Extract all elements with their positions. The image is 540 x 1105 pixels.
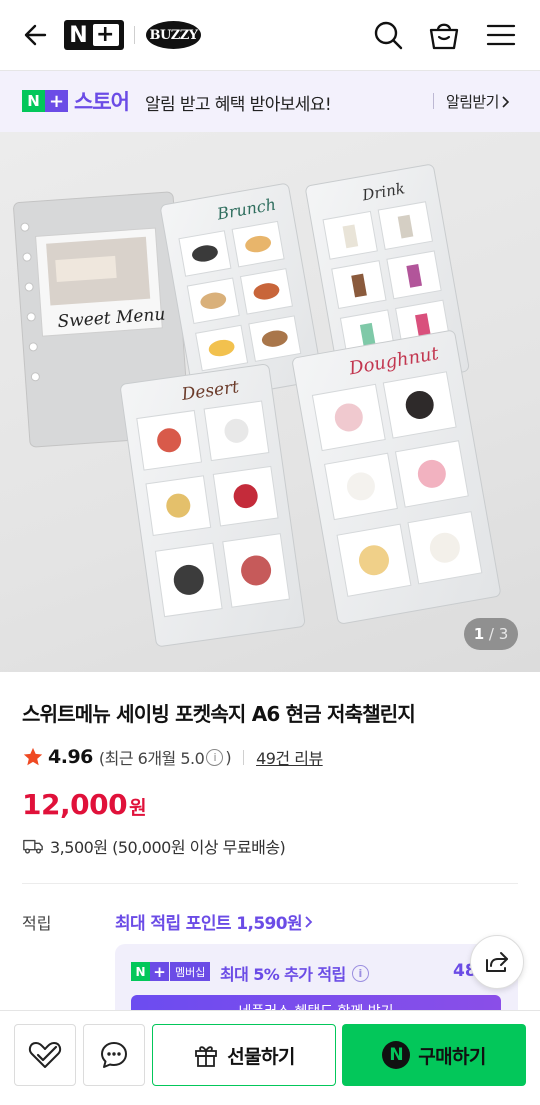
membership-benefit-text: 최대 5% 추가 적립 i xyxy=(220,961,371,985)
points-label: 적립 xyxy=(22,914,52,933)
shipping-info: 3,500원 (50,000원 이상 무료배송) xyxy=(22,834,286,858)
naver-plus-logo[interactable]: N + xyxy=(64,20,124,50)
shipping-text: 3,500원 (50,000원 이상 무료배송) xyxy=(50,838,286,857)
star-icon xyxy=(23,747,43,766)
share-button[interactable] xyxy=(470,935,524,989)
naver-plus-store-logo: N + 스토어 xyxy=(22,90,130,114)
price-value: 12,000 xyxy=(22,788,128,821)
rating-score: 4.96 xyxy=(48,746,93,768)
store-brand-logo[interactable]: BUZZY xyxy=(146,21,201,49)
naver-pay-icon: N xyxy=(382,1041,411,1069)
buy-button[interactable]: N 구매하기 xyxy=(342,1024,526,1086)
logo-divider xyxy=(134,26,135,44)
wishlist-button[interactable] xyxy=(14,1024,76,1086)
info-icon[interactable]: i xyxy=(351,964,369,982)
max-points-link[interactable]: 최대 적립 포인트 1,590원 xyxy=(115,909,314,934)
rating-divider xyxy=(243,749,245,765)
gift-button[interactable]: 선물하기 xyxy=(152,1024,336,1086)
image-page-counter: 1 / 3 xyxy=(464,618,518,650)
notification-banner[interactable]: N + 스토어 알림 받고 혜택 받아보세요! 알림받기 xyxy=(0,71,540,132)
chevron-right-icon xyxy=(502,95,509,108)
share-icon xyxy=(486,952,508,972)
section-divider xyxy=(22,883,518,884)
recent-rating: (최근 6개월 5.0 xyxy=(98,749,205,768)
product-title: 스위트메뉴 세이빙 포켓속지 A6 현금 저축챌린지 xyxy=(22,702,416,726)
rating-row: 4.96 (최근 6개월 5.0 i ) 49건 리뷰 xyxy=(22,745,323,769)
search-icon[interactable] xyxy=(371,18,405,52)
talk-chat-button[interactable] xyxy=(83,1024,145,1086)
chevron-right-icon xyxy=(305,915,313,928)
shopping-bag-icon[interactable] xyxy=(427,18,461,52)
truck-icon xyxy=(23,839,43,854)
membership-badge: N + 멤버십 xyxy=(131,962,211,981)
info-icon[interactable]: i xyxy=(206,748,224,766)
product-image-gallery[interactable]: Sweet Menu Brunch Drink Desert Doughnut … xyxy=(0,132,540,672)
bottom-action-bar: 선물하기 N 구매하기 xyxy=(0,1010,540,1105)
chat-bubble-icon xyxy=(101,1042,127,1068)
hamburger-menu-icon[interactable] xyxy=(484,18,518,52)
top-header: N + BUZZY xyxy=(0,0,540,71)
banner-message: 알림 받고 혜택 받아보세요! xyxy=(145,95,332,115)
product-photo: Sweet Menu Brunch Drink Desert Doughnut xyxy=(13,164,501,647)
heart-check-icon xyxy=(28,1042,62,1068)
review-count-link[interactable]: 49건 리뷰 xyxy=(256,745,323,769)
back-arrow-icon[interactable] xyxy=(18,20,48,50)
gift-icon xyxy=(195,1046,218,1067)
banner-divider xyxy=(433,93,434,109)
notification-subscribe-link[interactable]: 알림받기 xyxy=(446,91,511,112)
recent-rating-close: ) xyxy=(225,747,232,767)
price: 12,000 원 xyxy=(22,788,147,821)
price-unit: 원 xyxy=(129,797,147,819)
